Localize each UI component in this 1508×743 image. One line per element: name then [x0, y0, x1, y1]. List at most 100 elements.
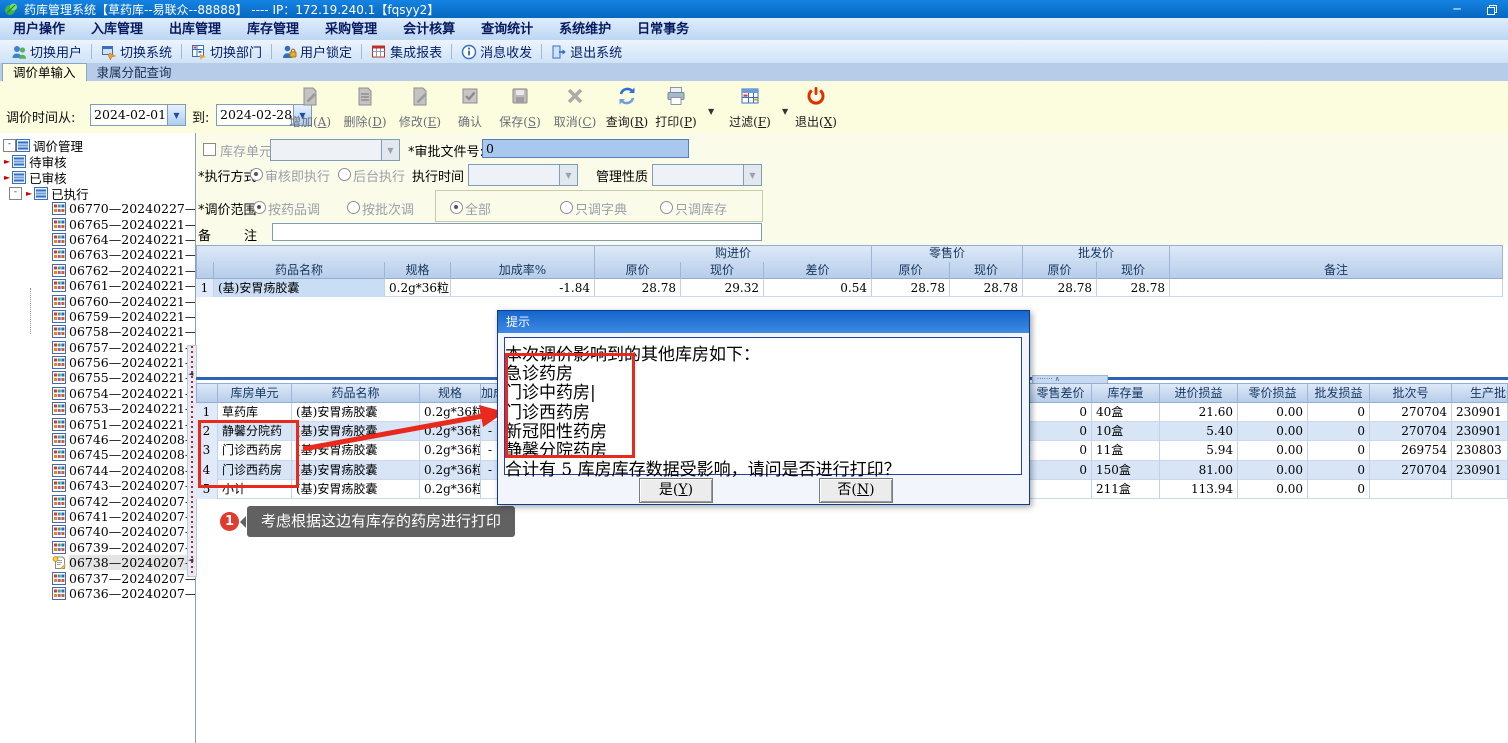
- restore-icon: [1486, 4, 1497, 15]
- order-number: 06762—20240221—: [69, 262, 196, 278]
- quickbar-exit-system[interactable]: 退出系统: [544, 41, 629, 62]
- action-power-button[interactable]: 退出(X): [788, 85, 844, 129]
- order-number: 06753—20240221—: [69, 401, 196, 417]
- menu-item[interactable]: 日常事务: [624, 19, 702, 40]
- window-title: 药库管理系统【草药库--易联众--88888】 ---- IP：172.19.2…: [24, 2, 440, 17]
- order-number: 06763—20240221—: [69, 247, 196, 263]
- collapse-icon[interactable]: -: [3, 138, 16, 152]
- tree-branch-executed[interactable]: - ► 已执行: [0, 185, 195, 202]
- tree-order-item[interactable]: 06746—20240208—: [52, 432, 195, 447]
- tree-order-item[interactable]: 06745—20240208—: [52, 447, 195, 462]
- remark-input[interactable]: [272, 223, 762, 241]
- quickbar-message[interactable]: 消息收发: [454, 41, 539, 62]
- tree-order-item[interactable]: 06743—20240207—: [52, 478, 195, 493]
- cell-spec: 0.2g*36粒: [385, 279, 451, 297]
- restore-button[interactable]: [1480, 2, 1502, 16]
- switch-user-icon: [11, 44, 27, 60]
- mgmt-nature-label: 管理性质: [596, 170, 649, 185]
- menu-item[interactable]: 入库管理: [78, 19, 156, 40]
- collapse-icon[interactable]: -: [9, 186, 22, 200]
- tree-order-item[interactable]: 06742—20240207—: [52, 493, 196, 509]
- grid-icon: [52, 371, 66, 385]
- cell-stock: 10盒: [1092, 422, 1160, 442]
- cell-retail_diff: 0: [1030, 422, 1092, 442]
- tree-order-item[interactable]: 06737—20240207—: [52, 570, 195, 586]
- order-number: 06742—20240207—: [69, 493, 196, 509]
- tree-branch-audited[interactable]: ► 已审核: [0, 169, 195, 186]
- tree-order-item[interactable]: 06744—20240208—: [52, 463, 195, 478]
- dialog-summary-text: 合计有 5 库房库存数据受影响，请问是否进行打印？: [505, 460, 901, 481]
- mgmt-nature-combo: ▼: [652, 164, 762, 186]
- chevron-down-icon[interactable]: ▼: [167, 105, 185, 125]
- menu-item[interactable]: 查询统计: [468, 19, 546, 40]
- grid-icon: [52, 309, 66, 323]
- dialog-yes-button[interactable]: 是(Y): [639, 478, 713, 503]
- tree-order-item[interactable]: 06761—20240221—: [52, 278, 195, 293]
- quickbar-lock-user[interactable]: 用户锁定: [274, 41, 359, 62]
- quickbar-switch-user[interactable]: 切换用户: [4, 41, 89, 62]
- toolbar-separator: [541, 44, 543, 59]
- grid-icon: [52, 263, 66, 277]
- tree-order-item[interactable]: 06762—20240221—: [52, 263, 195, 278]
- list-icon: [12, 154, 27, 168]
- tree-order-item[interactable]: 06741—20240207—: [52, 509, 195, 524]
- tree-order-item[interactable]: 06755—20240221—: [52, 370, 195, 385]
- menu-item[interactable]: 库存管理: [234, 19, 312, 40]
- dialog-no-button[interactable]: 否(N): [819, 478, 893, 503]
- tree-order-item[interactable]: 06740—20240207—: [52, 524, 195, 539]
- grid-icon: [52, 202, 66, 216]
- quickbar-report[interactable]: 集成报表: [364, 41, 449, 62]
- cell-markup_rate: -1.84: [451, 279, 595, 297]
- menu-item[interactable]: 用户操作: [0, 19, 78, 40]
- tree-order-item[interactable]: 06753—20240221—: [52, 401, 195, 416]
- menu-item[interactable]: 系统维护: [546, 19, 624, 40]
- tree-order-item[interactable]: 06758—20240221—: [52, 324, 195, 339]
- cell-stock: 211盒: [1092, 479, 1160, 499]
- action-refresh-button[interactable]: 查询(R): [599, 85, 655, 129]
- filter-icon: [739, 85, 761, 111]
- tree-order-item[interactable]: 06751—20240221—: [52, 416, 195, 432]
- switch-dept-icon: [191, 44, 207, 60]
- quickbar-switch-system[interactable]: 切换系统: [94, 41, 179, 62]
- grid-icon: [52, 294, 66, 308]
- arrow-bullet-icon: ►: [26, 188, 33, 198]
- tree-order-item[interactable]: 06763—20240221—: [52, 247, 195, 262]
- tree-order-item[interactable]: 06765—20240221—: [52, 216, 196, 232]
- list-icon: [34, 186, 49, 200]
- tree-order-item[interactable]: 06754—20240221—: [52, 386, 195, 401]
- tab-price-adjust-entry[interactable]: 调价单输入: [2, 63, 87, 81]
- quickbar-switch-dept[interactable]: 切换部门: [184, 41, 269, 62]
- action-filter-button[interactable]: 过滤(F): [722, 85, 778, 129]
- cell-batch_no: 269754: [1370, 441, 1452, 461]
- menu-item[interactable]: 采购管理: [312, 19, 390, 40]
- dialog-title[interactable]: 提示: [498, 311, 1029, 333]
- order-number: 06765—20240221—: [69, 216, 196, 232]
- tree-order-item[interactable]: 06760—20240221—: [52, 293, 195, 309]
- col-header-retail_orig: 原价: [872, 262, 950, 279]
- action-label: 修改(E): [398, 115, 442, 129]
- tree-order-item[interactable]: 06756—20240221—: [52, 355, 195, 370]
- tree-order-item[interactable]: 06738—20240207—: [52, 555, 195, 571]
- date-from-combo[interactable]: 2024-02-01 ▼: [90, 104, 186, 126]
- minimize-button[interactable]: ─: [1446, 2, 1468, 16]
- cell-prod_batch: 230901: [1452, 460, 1508, 480]
- cell-purchase_pl: 21.60: [1160, 403, 1238, 423]
- tree-order-item[interactable]: 06757—20240221—: [52, 340, 195, 355]
- action-save-button: 保存(S): [492, 85, 548, 129]
- group-header-retail: 零售价: [872, 245, 1023, 262]
- tab-affiliation-query[interactable]: 隶属分配查询: [87, 64, 182, 81]
- action-print-button[interactable]: 打印(P): [648, 85, 704, 129]
- action-label: 增加(A): [288, 115, 332, 129]
- chevron-down-icon[interactable]: ▼: [708, 107, 714, 116]
- tree-order-item[interactable]: 06759—20240221—: [52, 309, 195, 324]
- tree-order-item[interactable]: 06764—20240221—: [52, 232, 195, 247]
- approval-no-input[interactable]: [482, 139, 689, 158]
- col-header-retail_now: 现价: [950, 262, 1023, 279]
- tree-order-item[interactable]: 06739—20240207—: [52, 540, 195, 555]
- action-label: 打印(P): [655, 115, 697, 129]
- inventory-unit-label: 库存单元: [220, 145, 273, 160]
- tree-order-item[interactable]: 06770—20240227—: [52, 201, 195, 216]
- menu-item[interactable]: 会计核算: [390, 19, 468, 40]
- menu-item[interactable]: 出库管理: [156, 19, 234, 40]
- tree-order-item[interactable]: 06736—20240207—: [52, 586, 195, 601]
